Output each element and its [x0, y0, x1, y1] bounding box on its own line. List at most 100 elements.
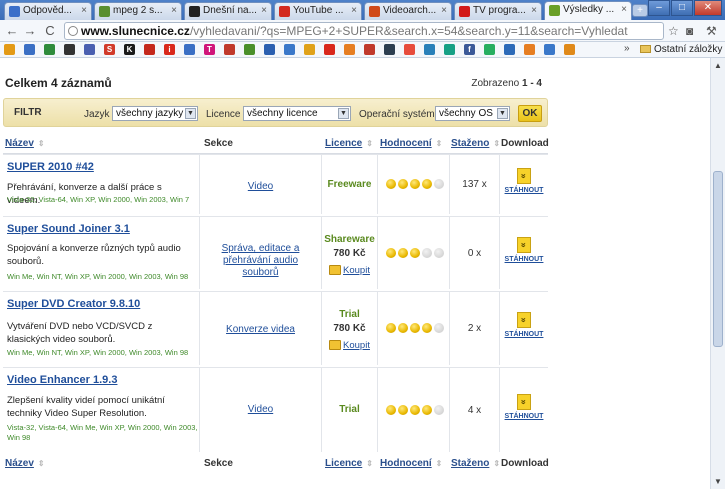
camera-extension-icon[interactable]: ◙: [686, 24, 693, 38]
program-name-link[interactable]: Video Enhancer 1.9.3: [7, 374, 117, 386]
reload-icon[interactable]: C: [42, 23, 58, 38]
filter-ok-button[interactable]: OK: [518, 105, 542, 122]
column-name-header[interactable]: Název ⇕: [5, 458, 45, 469]
program-description: Zlepšení kvality videí pomocí unikátní t…: [7, 395, 165, 419]
wrench-icon[interactable]: ⚒: [706, 24, 717, 38]
column-license-header[interactable]: Licence ⇕: [325, 458, 373, 469]
maximize-button[interactable]: □: [671, 0, 693, 16]
other-bookmarks-folder[interactable]: Ostatní záložky: [640, 44, 722, 55]
vertical-scrollbar[interactable]: ▲ ▼: [710, 58, 725, 489]
download-arrow-icon[interactable]: »: [517, 312, 531, 328]
bookmark-icon-26[interactable]: [504, 44, 515, 55]
bookmark-icon-20[interactable]: [384, 44, 395, 55]
program-os-list: Vista-32, Vista-64, Win Me, Win XP, Win …: [7, 423, 198, 442]
cell-downloaded: 4 x: [450, 368, 500, 452]
bookmark-icon-8[interactable]: [144, 44, 155, 55]
bookmark-icon-1[interactable]: [4, 44, 15, 55]
bookmark-icon-17[interactable]: [324, 44, 335, 55]
new-tab-button[interactable]: +: [632, 4, 648, 17]
program-name-link[interactable]: Super DVD Creator 9.8.10: [7, 298, 140, 310]
back-icon[interactable]: ←: [4, 23, 20, 38]
close-tab-icon[interactable]: ×: [441, 5, 447, 16]
section-link[interactable]: Správa, editace a přehrávání audio soubo…: [200, 243, 321, 279]
minimize-button[interactable]: –: [648, 0, 670, 16]
bookmark-icon-25[interactable]: [484, 44, 495, 55]
column-license-header[interactable]: Licence ⇕: [325, 138, 373, 149]
close-tab-icon[interactable]: ×: [621, 4, 627, 15]
buy-link[interactable]: Koupit: [322, 265, 377, 276]
close-tab-icon[interactable]: ×: [261, 5, 267, 16]
download-link[interactable]: STÁHNOUT: [500, 256, 548, 263]
download-link[interactable]: STÁHNOUT: [500, 187, 548, 194]
bookmark-icon-5[interactable]: [84, 44, 95, 55]
bookmark-icon-14[interactable]: [264, 44, 275, 55]
language-select[interactable]: všechny jazyky ▼: [112, 106, 198, 121]
bookmark-icon-13[interactable]: [244, 44, 255, 55]
bookmark-icon-9[interactable]: i: [164, 44, 175, 55]
bookmark-icon-29[interactable]: [564, 44, 575, 55]
bookmark-icon-3[interactable]: [44, 44, 55, 55]
section-link[interactable]: Video: [200, 181, 321, 193]
rating-dot-icon: [398, 179, 408, 189]
close-tab-icon[interactable]: ×: [81, 5, 87, 16]
close-tab-icon[interactable]: ×: [171, 5, 177, 16]
bookmark-icon-21[interactable]: [404, 44, 415, 55]
close-tab-icon[interactable]: ×: [351, 5, 357, 16]
buy-label: Koupit: [343, 340, 370, 351]
bookmark-icon-2[interactable]: [24, 44, 35, 55]
program-name-link[interactable]: Super Sound Joiner 3.1: [7, 223, 130, 235]
browser-tab[interactable]: YouTube ... ×: [274, 2, 362, 20]
chevron-down-icon: ▼: [338, 108, 349, 119]
bookmarks-more-icon[interactable]: »: [624, 43, 630, 54]
bookmark-icon-19[interactable]: [364, 44, 375, 55]
download-arrow-icon[interactable]: »: [517, 394, 531, 410]
bookmark-icon-6[interactable]: S: [104, 44, 115, 55]
column-downloaded-header[interactable]: Staženo ⇕: [451, 138, 500, 149]
browser-tab[interactable]: mpeg 2 s... ×: [94, 2, 182, 20]
scroll-up-icon[interactable]: ▲: [714, 61, 722, 70]
bookmark-icon-16[interactable]: [304, 44, 315, 55]
bookmark-icon-4[interactable]: [64, 44, 75, 55]
rating-dot-icon: [434, 248, 444, 258]
browser-tab[interactable]: Výsledky ... ×: [544, 1, 632, 20]
program-name-link[interactable]: SUPER 2010 #42: [7, 161, 94, 173]
rating-dot-icon: [422, 248, 432, 258]
license-type: Shareware: [324, 234, 375, 245]
close-tab-icon[interactable]: ×: [531, 5, 537, 16]
bookmark-icon-23[interactable]: [444, 44, 455, 55]
browser-tab[interactable]: Videoarch... ×: [364, 2, 452, 20]
tab-title: YouTube ...: [293, 5, 344, 16]
download-arrow-icon[interactable]: »: [517, 168, 531, 184]
forward-icon[interactable]: →: [22, 23, 38, 38]
browser-tab[interactable]: TV progra... ×: [454, 2, 542, 20]
star-icon[interactable]: ☆: [668, 24, 679, 38]
download-link[interactable]: STÁHNOUT: [500, 331, 548, 338]
browser-tab[interactable]: Dnešní na... ×: [184, 2, 272, 20]
bookmark-icon-7[interactable]: K: [124, 44, 135, 55]
download-arrow-icon[interactable]: »: [517, 237, 531, 253]
browser-tab[interactable]: Odpověd... ×: [4, 2, 92, 20]
buy-link[interactable]: Koupit: [322, 340, 377, 351]
download-link[interactable]: STÁHNOUT: [500, 413, 548, 420]
bookmark-icon-22[interactable]: [424, 44, 435, 55]
bookmark-icon-27[interactable]: [524, 44, 535, 55]
bookmark-icon-18[interactable]: [344, 44, 355, 55]
scroll-down-icon[interactable]: ▼: [714, 477, 722, 486]
column-name-header[interactable]: Název ⇕: [5, 138, 45, 149]
bookmark-icon-28[interactable]: [544, 44, 555, 55]
bookmark-icon-10[interactable]: [184, 44, 195, 55]
column-rating-header[interactable]: Hodnocení ⇕: [380, 458, 442, 469]
os-select[interactable]: všechny OS ▼: [435, 106, 510, 121]
bookmark-icon-15[interactable]: [284, 44, 295, 55]
column-downloaded-header[interactable]: Staženo ⇕: [451, 458, 500, 469]
address-bar[interactable]: www.slunecnice.cz/vyhledavani/?qs=MPEG+2…: [64, 22, 664, 40]
bookmark-icon-11[interactable]: T: [204, 44, 215, 55]
license-select[interactable]: všechny licence ▼: [243, 106, 351, 121]
column-rating-header[interactable]: Hodnocení ⇕: [380, 138, 442, 149]
scrollbar-thumb[interactable]: [713, 171, 723, 347]
close-window-button[interactable]: ✕: [694, 0, 722, 16]
section-link[interactable]: Video: [200, 404, 321, 416]
bookmark-icon-12[interactable]: [224, 44, 235, 55]
bookmark-icon-24[interactable]: f: [464, 44, 475, 55]
section-link[interactable]: Konverze videa: [200, 324, 321, 336]
